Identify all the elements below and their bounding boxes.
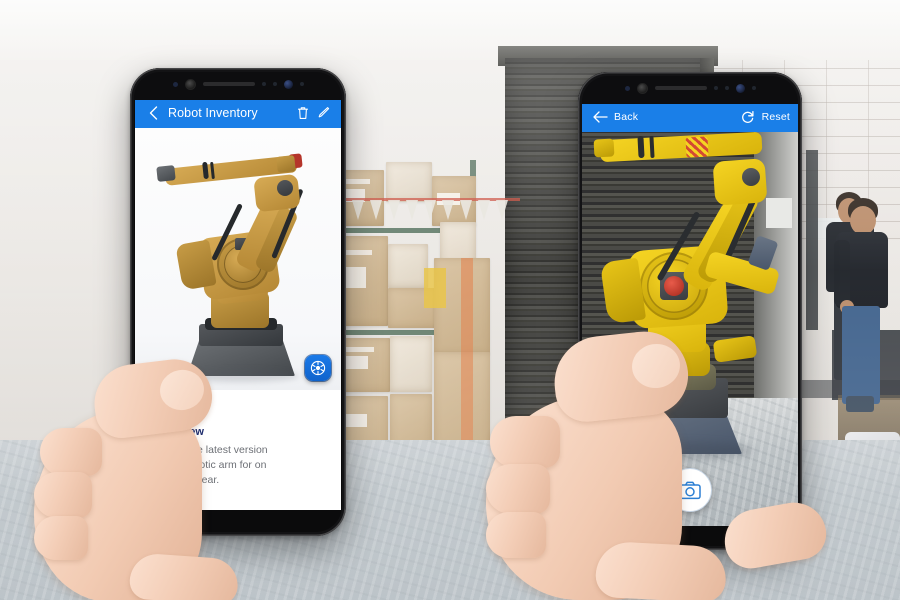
arrow-left-icon[interactable] — [590, 107, 610, 127]
right-phone-screen: Back Reset — [582, 102, 798, 526]
model-3d-viewer[interactable] — [135, 128, 341, 390]
sensor-icon — [272, 82, 277, 86]
reset-label[interactable]: Reset — [762, 111, 790, 123]
robot-arm-3d-model — [149, 142, 329, 386]
ar-camera-feed[interactable]: Back Reset — [582, 102, 798, 526]
capture-photo-button[interactable] — [668, 468, 712, 512]
right-smartphone[interactable]: Back Reset — [578, 72, 802, 550]
warehouse-ceiling — [0, 0, 900, 60]
left-smartphone[interactable]: Robot Inventory k VII Overview This is t… — [130, 68, 346, 536]
light-sensor-icon — [261, 82, 266, 86]
back-label[interactable]: Back — [614, 111, 638, 123]
overview-text: This is the latest version of the roboti… — [155, 444, 268, 486]
sensor-icon — [724, 86, 729, 90]
robot-arm-ar-placed[interactable] — [590, 120, 798, 490]
metal-post — [806, 150, 818, 330]
model-detail-panel: k VII Overview This is the latest versio… — [135, 390, 341, 510]
front-camera-icon — [283, 79, 293, 89]
trash-icon[interactable] — [293, 103, 313, 123]
sensor-icon — [751, 86, 756, 90]
cardboard-box — [390, 336, 432, 392]
person-foreground — [832, 196, 900, 440]
cardboard-box — [388, 244, 428, 288]
ar-cube-icon — [310, 360, 326, 376]
pencil-icon[interactable] — [313, 103, 333, 123]
cardboard-box — [434, 352, 490, 448]
refresh-icon[interactable] — [738, 107, 758, 127]
phone-top-bezel — [130, 68, 346, 100]
earpiece-speaker — [202, 82, 255, 86]
phone-top-bezel — [578, 72, 802, 104]
earpiece-speaker — [654, 86, 707, 90]
front-camera-icon — [735, 83, 745, 93]
sensor-icon — [299, 82, 304, 86]
light-sensor-icon — [713, 86, 718, 90]
overview-heading: Overview — [155, 426, 204, 438]
iris-scanner-icon — [636, 82, 648, 94]
right-app-bar: Back Reset — [582, 102, 798, 132]
proximity-sensor-icon — [172, 81, 178, 87]
page-title: Robot Inventory — [168, 106, 258, 120]
yellow-equipment — [424, 268, 446, 308]
flag-bunting — [330, 196, 520, 236]
left-app-bar: Robot Inventory — [135, 98, 341, 128]
chevron-left-icon[interactable] — [143, 103, 163, 123]
left-phone-screen: Robot Inventory k VII Overview This is t… — [135, 98, 341, 510]
camera-icon — [679, 481, 701, 500]
model-title: k VII — [183, 400, 207, 412]
iris-scanner-icon — [184, 78, 196, 90]
ar-view-button[interactable] — [305, 355, 331, 381]
proximity-sensor-icon — [624, 85, 630, 91]
